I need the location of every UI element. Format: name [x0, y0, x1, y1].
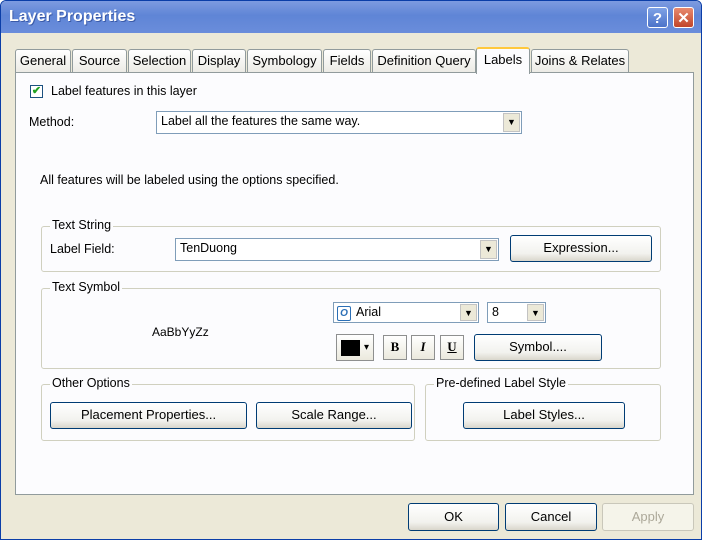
expression-button[interactable]: Expression...: [510, 235, 652, 262]
info-text: All features will be labeled using the o…: [40, 173, 339, 187]
font-dropdown[interactable]: O Arial ▼: [333, 302, 479, 323]
tab-general[interactable]: General: [15, 49, 71, 72]
label-field-label: Label Field:: [50, 242, 115, 256]
labels-panel: ✔ Label features in this layer Method: L…: [15, 72, 694, 495]
close-button[interactable]: ✕: [673, 7, 694, 28]
tab-symbology[interactable]: Symbology: [247, 49, 322, 72]
tab-fields[interactable]: Fields: [323, 49, 371, 72]
underline-button[interactable]: U: [440, 335, 464, 360]
split-arrow-icon: ▾: [364, 342, 370, 353]
font-value: Arial: [356, 305, 382, 319]
method-label: Method:: [29, 115, 75, 129]
placement-properties-button[interactable]: Placement Properties...: [50, 402, 247, 429]
label-field-dropdown[interactable]: TenDuong ▼: [175, 238, 499, 261]
color-swatch: [341, 340, 360, 356]
predefined-label-style-group: Pre-defined Label Style Label Styles...: [425, 376, 661, 441]
tab-selection[interactable]: Selection: [128, 49, 191, 72]
text-string-title: Text String: [50, 218, 114, 232]
tab-display[interactable]: Display: [192, 49, 246, 72]
italic-button[interactable]: I: [411, 335, 435, 360]
help-button[interactable]: ?: [647, 7, 668, 28]
symbol-button[interactable]: Symbol....: [474, 334, 602, 361]
ok-button[interactable]: OK: [408, 503, 499, 531]
font-size-dropdown[interactable]: 8 ▼: [487, 302, 546, 323]
text-symbol-title: Text Symbol: [50, 280, 123, 294]
text-string-group: Text String Label Field: TenDuong ▼ Expr…: [41, 218, 661, 272]
bold-button[interactable]: B: [383, 335, 407, 360]
label-features-checkbox[interactable]: ✔: [30, 85, 43, 98]
chevron-down-icon: ▼: [503, 113, 520, 132]
title-bar: Layer Properties ? ✕: [1, 1, 701, 33]
label-styles-button[interactable]: Label Styles...: [463, 402, 625, 429]
apply-button[interactable]: Apply: [602, 503, 694, 531]
text-symbol-group: Text Symbol AaBbYyZz O Arial ▼ 8 ▼ ▾ B I…: [41, 280, 661, 369]
color-picker-button[interactable]: ▾: [336, 334, 374, 361]
chevron-down-icon: ▼: [480, 240, 497, 259]
font-size-value: 8: [492, 305, 499, 319]
tab-joins-relates[interactable]: Joins & Relates: [531, 49, 629, 72]
label-features-label: Label features in this layer: [51, 84, 197, 98]
opentype-font-icon: O: [337, 306, 351, 321]
predefined-label-style-title: Pre-defined Label Style: [434, 376, 568, 390]
tab-source[interactable]: Source: [72, 49, 127, 72]
label-field-value: TenDuong: [180, 241, 237, 255]
layer-properties-dialog: Layer Properties ? ✕ General Source Sele…: [0, 0, 702, 540]
method-value: Label all the features the same way.: [161, 114, 361, 128]
tab-definition-query[interactable]: Definition Query: [372, 49, 476, 72]
chevron-down-icon: ▼: [527, 304, 544, 321]
method-dropdown[interactable]: Label all the features the same way. ▼: [156, 111, 522, 134]
tab-labels[interactable]: Labels: [476, 47, 530, 74]
cancel-button[interactable]: Cancel: [505, 503, 597, 531]
other-options-group: Other Options Placement Properties... Sc…: [41, 376, 415, 441]
chevron-down-icon: ▼: [460, 304, 477, 321]
other-options-title: Other Options: [50, 376, 132, 390]
font-preview: AaBbYyZz: [152, 325, 209, 339]
scale-range-button[interactable]: Scale Range...: [256, 402, 412, 429]
window-title: Layer Properties: [9, 8, 136, 25]
